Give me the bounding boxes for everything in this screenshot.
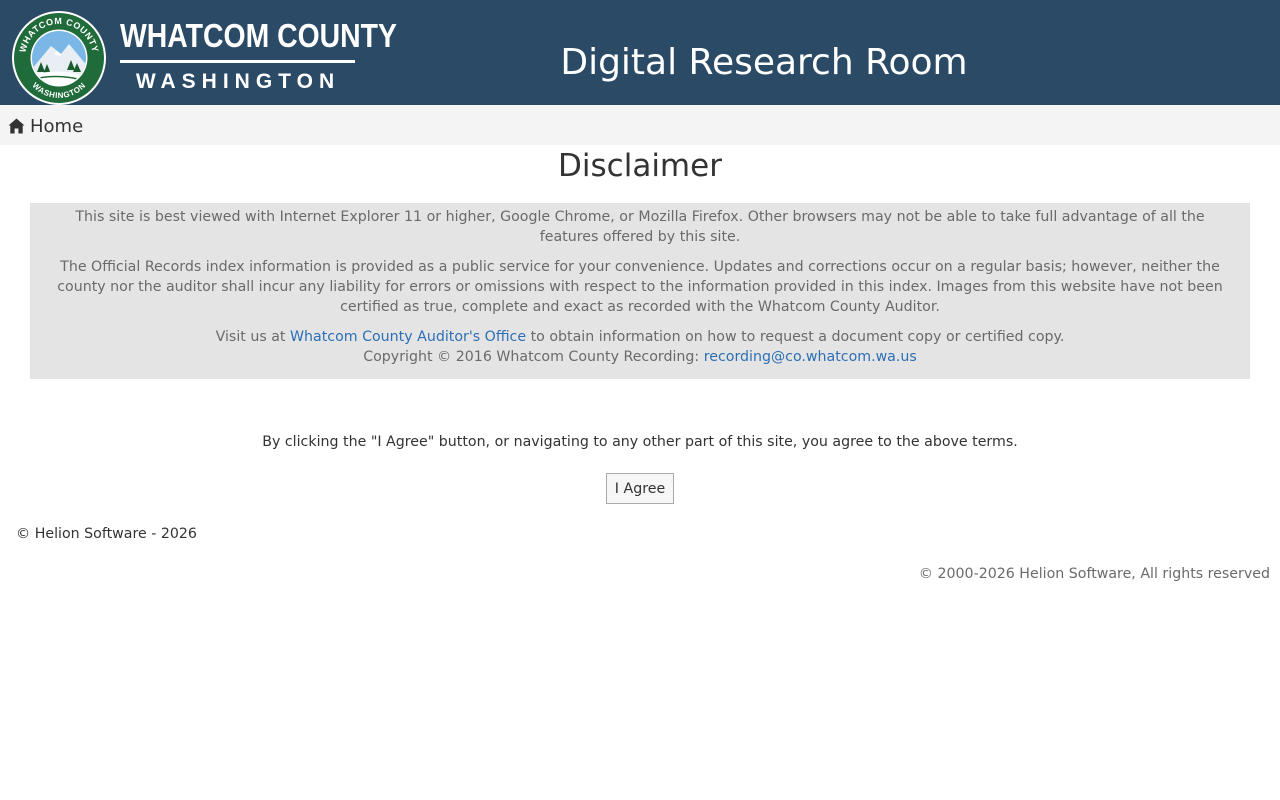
disclaimer-panel: This site is best viewed with Internet E… xyxy=(30,203,1250,379)
site-header: WHATCOM COUNTY WASHINGTON WHATCOM COUNTY… xyxy=(0,0,1280,105)
footer-copyright-full: © 2000-2026 Helion Software, All rights … xyxy=(918,566,1270,582)
home-link-label: Home xyxy=(30,115,84,137)
county-seal-logo[interactable]: WHATCOM COUNTY WASHINGTON xyxy=(11,10,107,106)
liability-notice: The Official Records index information i… xyxy=(57,259,1223,315)
footer-copyright-short: © Helion Software - 2026 xyxy=(16,526,197,542)
site-title: Digital Research Room xyxy=(560,42,968,83)
visit-prefix: Visit us at xyxy=(215,329,290,345)
visit-suffix: to obtain information on how to request … xyxy=(526,329,1065,345)
brand-state-name: WASHINGTON xyxy=(135,70,341,93)
brand-divider xyxy=(120,60,355,63)
brand-county-name: WHATCOM COUNTY xyxy=(120,17,397,54)
recording-email-link[interactable]: recording@co.whatcom.wa.us xyxy=(704,349,917,365)
contact-notice: Visit us at Whatcom County Auditor's Off… xyxy=(48,327,1232,367)
home-link[interactable]: Home xyxy=(8,114,83,138)
agree-terms-text: By clicking the "I Agree" button, or nav… xyxy=(262,434,1018,450)
auditor-office-link[interactable]: Whatcom County Auditor's Office xyxy=(290,329,526,345)
i-agree-button[interactable]: I Agree xyxy=(606,473,674,504)
top-navbar: Home xyxy=(0,105,1280,145)
home-icon xyxy=(8,118,25,134)
browser-notice: This site is best viewed with Internet E… xyxy=(75,209,1205,245)
page-title: Disclaimer xyxy=(558,148,722,184)
copyright-prefix: Copyright © 2016 Whatcom County Recordin… xyxy=(363,349,704,365)
